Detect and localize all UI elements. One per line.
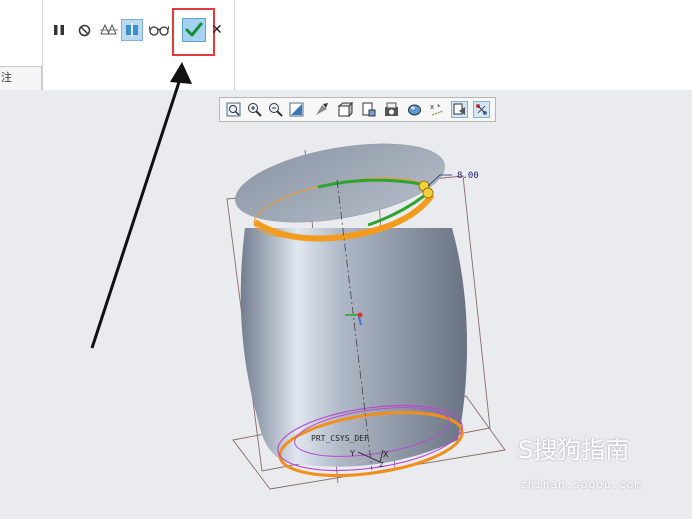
csys-label: PRT_CSYS_DEF xyxy=(311,434,369,443)
csys-marker-origin xyxy=(357,312,363,318)
watermark-url: zhinan.sogou.com xyxy=(520,478,642,491)
drag-handle-2[interactable] xyxy=(422,187,434,199)
dimension-value[interactable]: 8.00 xyxy=(457,171,479,181)
vase-body xyxy=(240,228,468,467)
annotation-arrow xyxy=(90,75,183,349)
annotation-arrowhead xyxy=(170,62,192,84)
axis-z-label: Z xyxy=(379,461,384,469)
axis-x-label: X xyxy=(383,450,389,459)
watermark-logo: S搜狗指南 xyxy=(518,436,630,464)
axis-y-label: Y xyxy=(350,449,355,458)
